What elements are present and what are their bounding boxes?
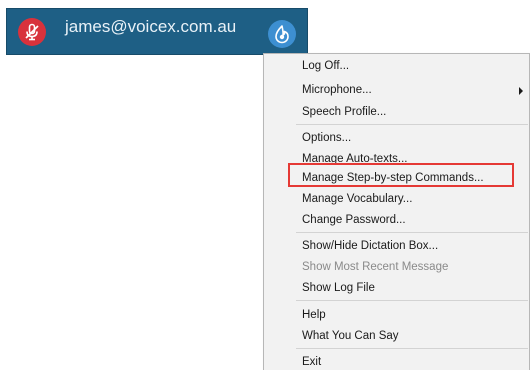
highlight-box [288,163,514,187]
microphone-button[interactable] [18,18,46,46]
menu-item-log-off[interactable]: Log Off... [302,55,349,77]
menu-item-show-most-recent-message: Show Most Recent Message [302,261,449,273]
menu-separator [296,300,528,301]
menu-item-microphone[interactable]: Microphone... [302,79,372,101]
menu-item-speech-profile[interactable]: Speech Profile... [302,101,386,123]
microphone-off-icon [25,23,39,41]
submenu-arrow-icon [519,87,523,95]
voicex-toolbar: james@voicex.com.au [6,8,308,55]
page: james@voicex.com.au Log Off... Microphon… [0,0,530,370]
user-account-label[interactable]: james@voicex.com.au [65,17,236,37]
menu-item-show-hide-dictation-box[interactable]: Show/Hide Dictation Box... [302,235,438,257]
menu-separator [296,232,528,233]
menu-separator [296,348,528,349]
voicex-logo-icon [275,25,289,44]
menu-item-what-you-can-say[interactable]: What You Can Say [302,325,399,347]
menu-separator [296,124,528,125]
voicex-menu-button[interactable] [268,20,296,48]
context-menu: Log Off... Microphone... Speech Profile.… [263,53,530,370]
menu-item-show-log-file[interactable]: Show Log File [302,277,375,299]
menu-item-exit[interactable]: Exit [302,351,321,370]
menu-item-change-password[interactable]: Change Password... [302,209,406,231]
menu-item-options[interactable]: Options... [302,127,351,149]
menu-item-help[interactable]: Help [302,304,326,326]
menu-item-manage-vocabulary[interactable]: Manage Vocabulary... [302,188,412,210]
